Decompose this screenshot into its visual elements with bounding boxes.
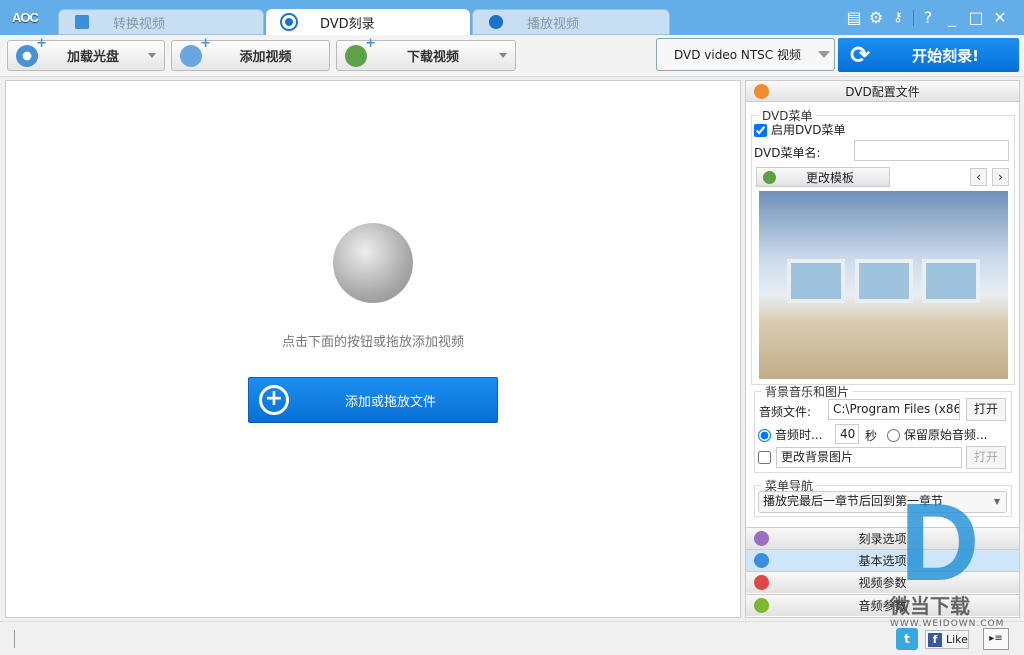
film-icon (754, 575, 769, 590)
pencil-icon (763, 171, 776, 184)
thumbnail-frame (787, 259, 845, 303)
menu-name-label: DVD菜单名: (754, 144, 821, 161)
key-icon[interactable]: ⚷ (888, 8, 908, 28)
maximize-button[interactable]: □ (966, 8, 986, 28)
disc-icon (282, 15, 296, 29)
radio-label: 音频时... (775, 428, 822, 442)
like-label: Like (946, 633, 968, 646)
group-legend: 背景音乐和图片 (761, 383, 853, 400)
divider (913, 10, 914, 26)
select-value: 播放完最后一章节后回到第一章节 (763, 494, 943, 508)
section-burn-options[interactable]: 刻录选项 (746, 527, 1019, 549)
globe-add-icon (345, 45, 367, 67)
next-template-button[interactable]: › (992, 168, 1009, 186)
prev-template-button[interactable]: ‹ (970, 168, 987, 186)
section-label: 音频参数 (858, 597, 906, 614)
playlist-toggle-icon[interactable]: ▸≡ (983, 628, 1009, 650)
chevron-down-icon (818, 51, 830, 58)
tab-dvd-burn[interactable]: DVD刻录 (266, 9, 470, 35)
radio-label: 保留原始音频... (904, 428, 987, 442)
load-disc-button[interactable]: 加载光盘 (7, 40, 165, 71)
add-file-button[interactable]: + 添加或拖放文件 (248, 377, 498, 423)
section-label: 基本选项 (858, 552, 906, 569)
section-basic-options[interactable]: 基本选项 (746, 549, 1019, 571)
template-preview-image[interactable] (759, 191, 1008, 379)
disc-add-icon (16, 45, 38, 67)
change-bg-field: 更改背景图片 (776, 447, 962, 468)
minimize-button[interactable]: _ (942, 8, 962, 28)
button-label: 开始刻录! (892, 45, 999, 66)
button-label: 加载光盘 (38, 46, 148, 65)
tab-label: 更改模板 (806, 169, 854, 186)
divider (14, 630, 15, 648)
panel-title: DVD配置文件 (845, 83, 919, 100)
start-burn-button[interactable]: ⟳ 开始刻录! (838, 38, 1019, 72)
checkbox-label: 启用DVD菜单 (771, 123, 845, 137)
wrench-icon (754, 553, 769, 568)
film-add-icon (180, 45, 202, 67)
dvd-profile-panel: DVD配置文件 DVD菜单 启用DVD菜单 DVD菜单名: 更改模板 ‹ › 背… (745, 80, 1020, 618)
audio-duration-radio[interactable]: 音频时... (758, 426, 822, 443)
button-label: 添加视频 (202, 46, 329, 65)
open-bg-button[interactable]: 打开 (966, 446, 1006, 469)
video-drop-area[interactable]: 点击下面的按钮或拖放添加视频 + 添加或拖放文件 (5, 80, 741, 618)
thumbnail-frame (922, 259, 980, 303)
tab-play[interactable]: 播放视频 (472, 9, 670, 35)
log-icon[interactable]: ▤ (844, 8, 864, 28)
play-icon (489, 15, 503, 29)
tab-label: 转换视频 (113, 13, 165, 32)
change-bg-checkbox[interactable] (758, 451, 771, 464)
checkbox[interactable] (754, 124, 767, 137)
plus-circle-icon: + (259, 385, 289, 415)
tab-convert[interactable]: 转换视频 (58, 9, 264, 35)
chevron-down-icon (148, 53, 156, 58)
output-profile-select[interactable]: DVD video NTSC 视频 (656, 38, 835, 71)
convert-icon (75, 15, 89, 29)
section-audio-params[interactable]: 音频参数 (746, 594, 1019, 616)
section-label: 视频参数 (858, 574, 906, 591)
section-label: 刻录选项 (858, 530, 906, 547)
button-label: 下载视频 (367, 46, 499, 65)
audio-file-label: 音频文件: (759, 403, 811, 420)
radio[interactable] (887, 429, 900, 442)
app-logo: AOC (12, 10, 38, 25)
chevron-down-icon (499, 53, 507, 58)
seconds-label: 秒 (865, 427, 877, 444)
change-template-tab[interactable]: 更改模板 (756, 167, 890, 187)
button-label: 添加或拖放文件 (345, 391, 436, 410)
drop-hint: 点击下面的按钮或拖放添加视频 (6, 331, 740, 350)
speaker-icon (754, 598, 769, 613)
chevron-down-icon: ▼ (994, 492, 1000, 511)
select-value: DVD video NTSC 视频 (657, 46, 818, 63)
keep-original-audio-radio[interactable]: 保留原始音频... (887, 426, 987, 443)
open-audio-button[interactable]: 打开 (966, 398, 1006, 421)
add-video-button[interactable]: 添加视频 (171, 40, 330, 71)
music-disc-logo-icon (333, 223, 413, 303)
close-button[interactable]: ✕ (990, 8, 1010, 28)
facebook-like-button[interactable]: f Like (925, 630, 969, 649)
download-video-button[interactable]: 下载视频 (336, 40, 516, 71)
help-button[interactable]: ? (918, 8, 938, 28)
tab-label: DVD刻录 (320, 13, 375, 32)
thumbnail-frame (855, 259, 913, 303)
menu-name-input[interactable] (854, 140, 1009, 161)
status-bar: t f Like ▸≡ (0, 621, 1024, 655)
tab-label: 播放视频 (527, 13, 579, 32)
refresh-icon: ⟳ (850, 41, 870, 69)
panel-header[interactable]: DVD配置文件 (746, 81, 1019, 102)
facebook-icon: f (928, 633, 942, 647)
twitter-icon[interactable]: t (896, 628, 918, 650)
menu-nav-select[interactable]: 播放完最后一章节后回到第一章节 ▼ (758, 491, 1007, 513)
duration-input[interactable]: 40 (835, 424, 859, 444)
section-video-params[interactable]: 视频参数 (746, 571, 1019, 593)
audio-file-input[interactable]: C:\Program Files (x86)\A (828, 399, 960, 420)
gear-icon (754, 531, 769, 546)
gear-icon[interactable]: ⚙ (866, 8, 886, 28)
enable-dvd-menu-checkbox[interactable]: 启用DVD菜单 (754, 121, 845, 138)
flame-icon (754, 84, 769, 99)
radio[interactable] (758, 429, 771, 442)
title-bar: AOC 转换视频 DVD刻录 播放视频 ▤ ⚙ ⚷ ? _ □ ✕ (0, 0, 1024, 35)
